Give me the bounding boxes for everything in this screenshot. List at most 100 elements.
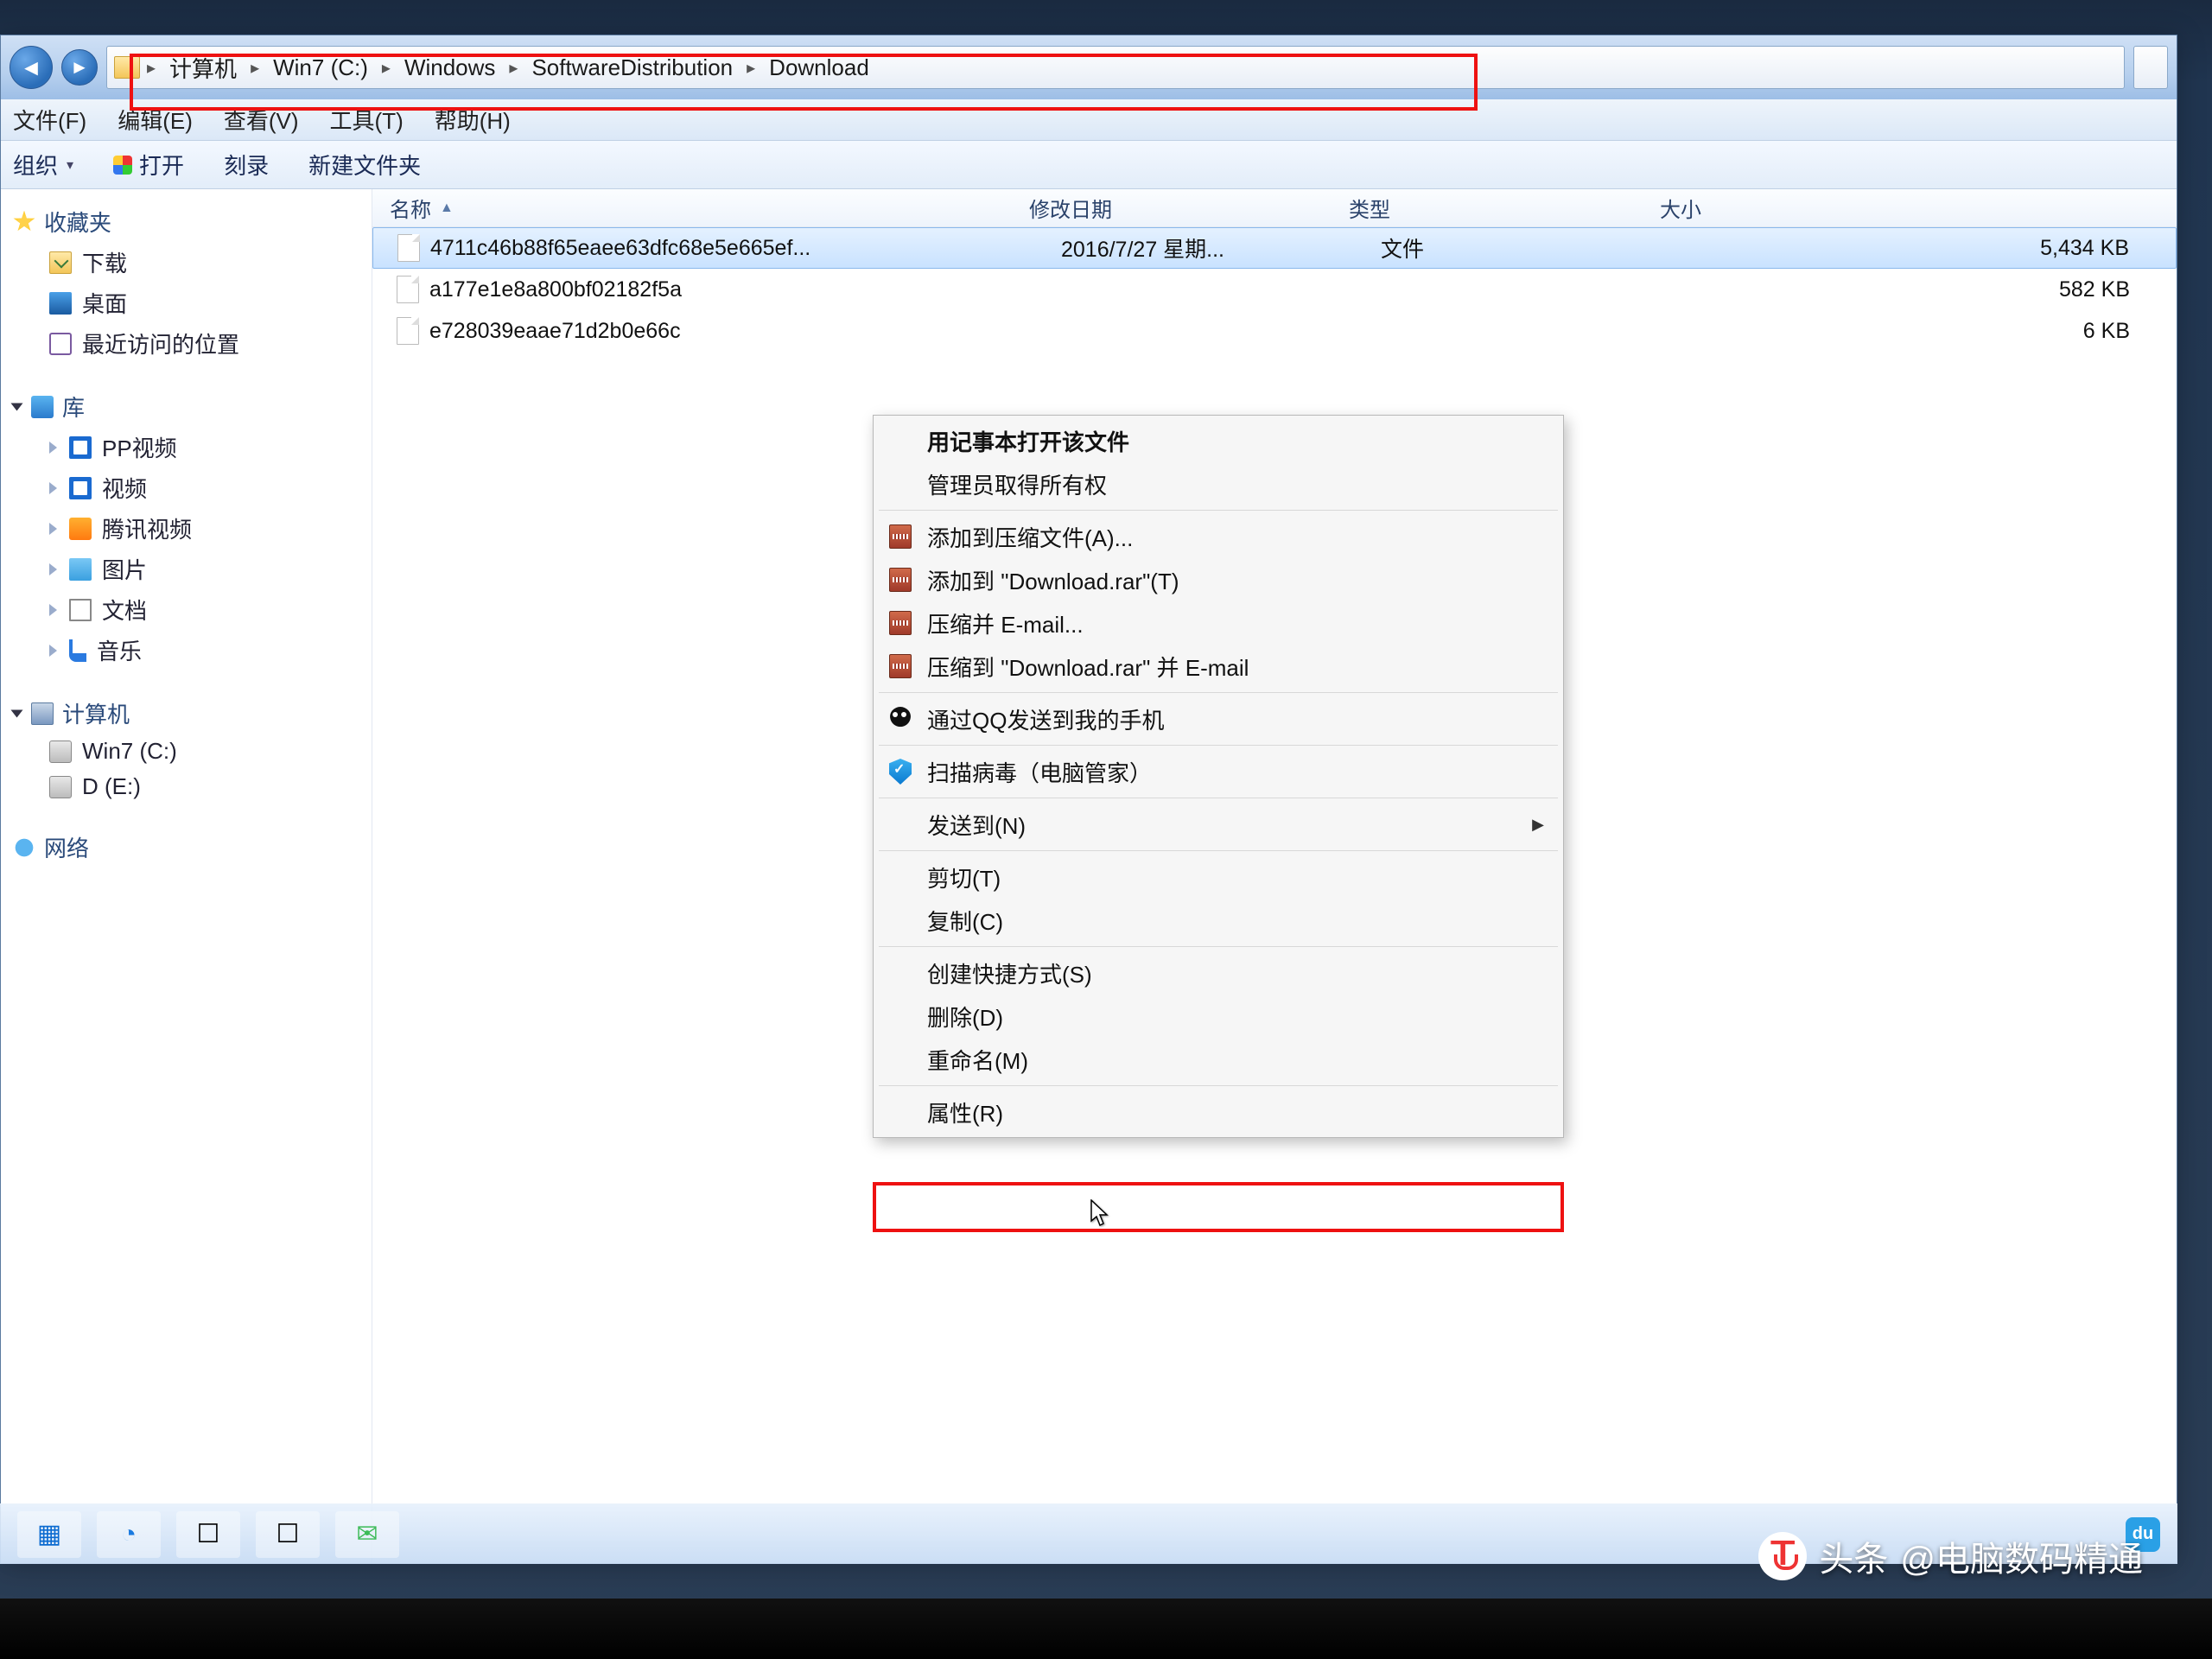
rar-icon	[889, 611, 912, 635]
back-button[interactable]: ◄	[10, 46, 53, 89]
column-size[interactable]: 大小	[1660, 193, 2177, 223]
menu-separator	[879, 510, 1558, 511]
new-folder-button[interactable]: 新建文件夹	[308, 149, 421, 181]
breadcrumb-softwaredistribution[interactable]: SoftwareDistribution	[521, 47, 743, 88]
navigation-pane: 收藏夹 下载 桌面 最近访问的位置 库 PP视频 视频 腾讯视频 图片 文档 音…	[1, 189, 372, 1563]
mouse-cursor-icon	[1090, 1199, 1111, 1229]
menu-item[interactable]: 剪切(T)	[875, 855, 1561, 899]
address-bar[interactable]: ▸ 计算机 ▸ Win7 (C:) ▸ Windows ▸ SoftwareDi…	[106, 46, 2125, 89]
desktop-icon	[49, 292, 72, 315]
taskbar-button-wechat[interactable]: ✉	[335, 1511, 399, 1558]
menu-tools[interactable]: 工具(T)	[325, 100, 409, 139]
drive-icon	[49, 741, 72, 763]
menu-item[interactable]: 属性(R)	[875, 1090, 1561, 1134]
taskbar-button[interactable]: ☐	[256, 1511, 320, 1558]
sidebar-item-drive-e[interactable]: D (E:)	[6, 769, 366, 804]
sidebar-network[interactable]: 网络	[6, 827, 366, 868]
menu-help[interactable]: 帮助(H)	[429, 100, 516, 139]
sidebar-item-pictures[interactable]: 图片	[6, 549, 366, 589]
breadcrumb-computer[interactable]: 计算机	[159, 47, 247, 88]
watermark-handle: @电脑数码精通	[1900, 1531, 2143, 1581]
menu-item[interactable]: 重命名(M)	[875, 1038, 1561, 1081]
taskbar-button[interactable]: ☐	[176, 1511, 240, 1558]
sidebar-libraries[interactable]: 库	[6, 386, 366, 427]
menu-item-label: 剪切(T)	[927, 861, 1001, 893]
sidebar-item-ppvideo[interactable]: PP视频	[6, 427, 366, 467]
open-button[interactable]: 打开	[113, 149, 184, 181]
menu-item[interactable]: 删除(D)	[875, 995, 1561, 1038]
column-name[interactable]: 名称 ▲	[390, 193, 1029, 223]
menu-item-label: 创建快捷方式(S)	[927, 957, 1092, 989]
file-size: 6 KB	[1691, 319, 2177, 344]
monitor-bezel	[0, 1599, 2212, 1659]
sidebar-favorites[interactable]: 收藏夹	[6, 201, 366, 242]
shield-icon	[889, 759, 912, 785]
recent-icon	[49, 333, 72, 355]
sidebar-item-documents[interactable]: 文档	[6, 589, 366, 630]
menu-item[interactable]: 管理员取得所有权	[875, 462, 1561, 505]
menu-item-label: 通过QQ发送到我的手机	[927, 703, 1164, 735]
sidebar-item-drive-c[interactable]: Win7 (C:)	[6, 734, 366, 769]
file-row[interactable]: a177e1e8a800bf02182f5a582 KB	[372, 269, 2177, 310]
sidebar-item-label: 最近访问的位置	[82, 327, 239, 359]
file-row[interactable]: e728039eaae71d2b0e66c 6 KB	[372, 310, 2177, 352]
file-name: 4711c46b88f65eaee63dfc68e5e665ef...	[430, 236, 1061, 261]
expand-icon	[11, 709, 23, 717]
breadcrumb-drive[interactable]: Win7 (C:)	[263, 47, 378, 88]
sidebar-item-recent[interactable]: 最近访问的位置	[6, 323, 366, 364]
command-bar: 组织 打开 刻录 新建文件夹	[1, 141, 2177, 189]
menu-view[interactable]: 查看(V)	[219, 100, 304, 139]
organize-button[interactable]: 组织	[13, 149, 73, 181]
sidebar-computer[interactable]: 计算机	[6, 693, 366, 734]
forward-button[interactable]: ►	[61, 49, 98, 86]
sidebar-item-label: PP视频	[102, 431, 177, 463]
sidebar-item-desktop[interactable]: 桌面	[6, 283, 366, 323]
menu-item[interactable]: 添加到 "Download.rar"(T)	[875, 558, 1561, 601]
menu-item-label: 压缩并 E-mail...	[927, 607, 1084, 639]
menu-item[interactable]: 扫描病毒（电脑管家）	[875, 750, 1561, 793]
expand-icon	[49, 604, 57, 616]
menu-item-label: 属性(R)	[927, 1096, 1003, 1128]
sidebar-item-music[interactable]: 音乐	[6, 630, 366, 671]
menu-item-label: 用记事本打开该文件	[927, 425, 1129, 457]
file-row[interactable]: 4711c46b88f65eaee63dfc68e5e665ef...2016/…	[372, 227, 2177, 269]
column-date[interactable]: 修改日期	[1029, 193, 1349, 223]
file-icon	[397, 317, 419, 345]
breadcrumb-windows[interactable]: Windows	[394, 47, 505, 88]
burn-button[interactable]: 刻录	[224, 149, 269, 181]
open-label: 打开	[139, 149, 184, 181]
menu-edit[interactable]: 编辑(E)	[112, 100, 198, 139]
music-icon	[69, 639, 86, 662]
breadcrumb-download[interactable]: Download	[759, 47, 880, 88]
menu-item[interactable]: 用记事本打开该文件	[875, 419, 1561, 462]
toutiao-logo-icon	[1758, 1532, 1807, 1580]
column-label: 名称	[390, 193, 431, 223]
sidebar-item-downloads[interactable]: 下载	[6, 242, 366, 283]
sidebar-item-label: 音乐	[97, 634, 142, 666]
taskbar-button[interactable]: ▦	[17, 1511, 81, 1558]
menu-file[interactable]: 文件(F)	[8, 100, 92, 139]
documents-icon	[69, 599, 92, 621]
menu-item[interactable]: 发送到(N)▶	[875, 803, 1561, 846]
sort-asc-icon: ▲	[440, 200, 454, 216]
menu-separator	[879, 745, 1558, 746]
column-type[interactable]: 类型	[1349, 193, 1660, 223]
sidebar-item-txvideo[interactable]: 腾讯视频	[6, 508, 366, 549]
menu-item[interactable]: 添加到压缩文件(A)...	[875, 515, 1561, 558]
search-input[interactable]	[2133, 46, 2168, 89]
menu-item[interactable]: 复制(C)	[875, 899, 1561, 942]
menu-item[interactable]: 压缩到 "Download.rar" 并 E-mail	[875, 645, 1561, 688]
column-headers: 名称 ▲ 修改日期 类型 大小	[372, 189, 2177, 227]
taskbar-button[interactable]: ◔	[97, 1511, 161, 1558]
menu-item-label: 扫描病毒（电脑管家）	[927, 756, 1152, 788]
menu-item[interactable]: 通过QQ发送到我的手机	[875, 697, 1561, 741]
expand-icon	[11, 403, 23, 410]
chevron-right-icon: ▸	[247, 57, 263, 79]
menu-item[interactable]: 压缩并 E-mail...	[875, 601, 1561, 645]
watermark-prefix: 头条	[1819, 1531, 1888, 1581]
menu-item[interactable]: 创建快捷方式(S)	[875, 951, 1561, 995]
chevron-right-icon: ▸	[378, 57, 394, 79]
menu-item-label: 删除(D)	[927, 1001, 1003, 1033]
sidebar-item-videos[interactable]: 视频	[6, 467, 366, 508]
file-name: e728039eaae71d2b0e66c	[429, 319, 1060, 344]
